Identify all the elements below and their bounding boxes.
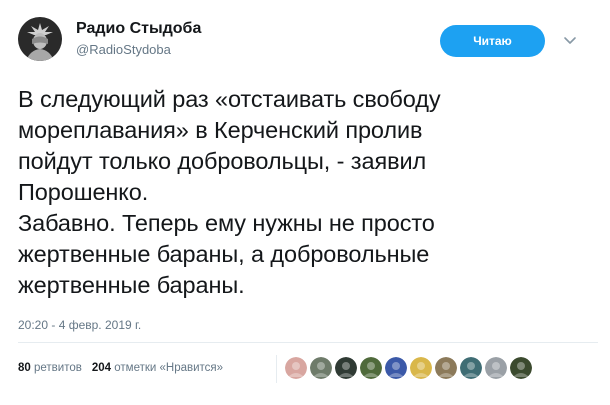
liker-avatar-icon[interactable] — [335, 357, 357, 379]
likers-avatars — [285, 357, 532, 379]
liker-avatar-icon[interactable] — [435, 357, 457, 379]
retweets-count: 80 — [18, 362, 31, 374]
liker-avatar-icon[interactable] — [510, 357, 532, 379]
likes-stat[interactable]: 204 отметки «Нравится» — [92, 362, 223, 374]
liker-avatar-icon[interactable] — [360, 357, 382, 379]
tweet-text: В следующий раз «отстаивать свободу море… — [18, 86, 441, 298]
tweet-stats: 80 ретвитов 204 отметки «Нравится» — [18, 362, 223, 374]
likes-label: отметки «Нравится» — [114, 362, 224, 374]
retweets-stat[interactable]: 80 ретвитов — [18, 362, 82, 374]
following-button[interactable]: Читаю — [440, 25, 545, 57]
stats-separator — [276, 355, 277, 383]
liker-avatar-icon[interactable] — [385, 357, 407, 379]
liker-avatar-icon[interactable] — [460, 357, 482, 379]
retweets-label: ретвитов — [34, 362, 82, 374]
liker-avatar-icon[interactable] — [310, 357, 332, 379]
liker-avatar-icon[interactable] — [285, 357, 307, 379]
liker-avatar-icon[interactable] — [485, 357, 507, 379]
likes-count: 204 — [91, 362, 112, 374]
author-name[interactable]: Радио Стыдоба — [76, 20, 201, 38]
divider — [18, 342, 598, 343]
author-avatar[interactable] — [18, 17, 62, 61]
chevron-down-icon[interactable] — [562, 32, 578, 48]
liker-avatar-icon[interactable] — [410, 357, 432, 379]
author-handle[interactable]: @RadioStydoba — [76, 42, 171, 57]
tweet-timestamp[interactable]: 20:20 - 4 февр. 2019 г. — [18, 318, 141, 332]
statue-avatar-icon — [18, 17, 62, 61]
